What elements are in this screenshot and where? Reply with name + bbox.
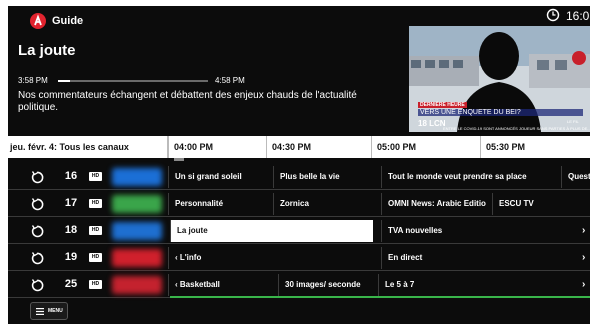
channel-logo [112,276,162,294]
program-cell[interactable]: Questio [561,166,590,188]
program-cell[interactable]: Tout le monde veut prendre sa place [381,166,561,188]
channel-row[interactable]: 16 HD Un si grand soleil Plus belle la v… [8,164,590,190]
tv-guide-screen: Guide 16:06 La joute 3:58 PM 4:58 PM Nos… [8,6,590,324]
program-cell[interactable]: En direct [381,247,576,269]
brand-logo-icon [30,13,46,29]
program-progress-fill [58,80,70,82]
hd-badge: HD [89,280,102,289]
news-ticker: ENTRE LE COVID-19 SONT ANNONCÉS JOUEUR S… [443,126,590,131]
preview-channel: 18 LCN [418,119,446,128]
now-playing-bar [170,296,590,298]
hd-badge: HD [89,172,102,181]
program-cell[interactable]: Le 5 à 7 [378,274,576,296]
channel-row[interactable]: 17 HD Personnalité Zornica OMNI News: Ar… [8,191,590,217]
program-cell[interactable]: Un si grand soleil [168,166,273,188]
menu-button[interactable]: MENU [30,302,68,320]
program-cell-selected[interactable]: La joute [170,220,373,242]
channel-logo [112,249,162,267]
time-slot: 04:30 PM [266,136,371,158]
restart-icon[interactable] [30,278,44,292]
channel-number: 19 [64,251,78,263]
restart-icon[interactable] [30,197,44,211]
clock-icon [546,8,560,22]
program-title: La joute [18,42,76,59]
program-start-time: 3:58 PM [18,76,48,85]
channel-row[interactable]: 25 HD ‹ Basketball 30 images/ seconde Le… [8,272,590,298]
restart-icon[interactable] [30,224,44,238]
program-end-time: 4:58 PM [215,76,245,85]
chevron-right-icon[interactable]: › [582,252,585,263]
menu-label: MENU [48,308,63,314]
restart-icon[interactable] [30,251,44,265]
channel-number: 17 [64,197,78,209]
program-grid: jeu. févr. 4: Tous les canaux 04:00 PM 0… [8,136,590,298]
program-cell[interactable]: Zornica [273,193,381,215]
program-cell[interactable]: ‹ L'info [168,247,381,269]
channel-logo [112,168,162,186]
breaking-news-label: DERNIÈRE HEURE [418,102,467,108]
channel-number: 16 [64,170,78,182]
channel-number: 25 [64,278,78,290]
app-title: Guide [52,15,84,27]
time-header: jeu. févr. 4: Tous les canaux 04:00 PM 0… [8,136,590,158]
hd-badge: HD [89,199,102,208]
program-description: Nos commentateurs échangent et débattent… [18,90,357,113]
hd-badge: HD [89,226,102,235]
program-cell[interactable]: ‹ Basketball [168,274,278,296]
time-slot: 05:00 PM [371,136,480,158]
channel-logo [112,222,162,240]
hamburger-menu-icon [36,308,44,315]
program-cell[interactable]: Plus belle la vie [273,166,381,188]
time-slot: 05:30 PM [480,136,590,158]
hd-badge: HD [89,253,102,262]
program-cell[interactable]: TVA nouvelles [381,220,576,242]
chevron-right-icon[interactable]: › [582,279,585,290]
program-cell[interactable]: OMNI News: Arabic Editio [381,193,492,215]
chevron-right-icon[interactable]: › [582,225,585,236]
preview-scene [409,26,590,132]
news-tag: LE FIL [567,119,579,124]
restart-icon[interactable] [30,170,44,184]
news-headline: VERS UNE ENQUÊTE DU BEI? [418,109,583,116]
channel-row[interactable]: 19 HD ‹ L'info En direct › [8,245,590,271]
channel-number: 18 [64,224,78,236]
channel-row[interactable]: 18 HD La joute TVA nouvelles › [8,218,590,244]
program-progress-bar [58,80,208,82]
date-filter[interactable]: jeu. févr. 4: Tous les canaux [8,136,168,158]
current-time-marker [174,158,184,161]
program-cell[interactable]: 30 images/ seconde [278,274,378,296]
program-cell[interactable]: ESCU TV [492,193,590,215]
live-preview[interactable]: DERNIÈRE HEURE VERS UNE ENQUÊTE DU BEI? … [409,26,590,132]
clock-time: 16:06 [566,9,590,23]
channel-logo [112,195,162,213]
time-slot: 04:00 PM [168,136,266,158]
program-cell[interactable]: Personnalité [168,193,273,215]
